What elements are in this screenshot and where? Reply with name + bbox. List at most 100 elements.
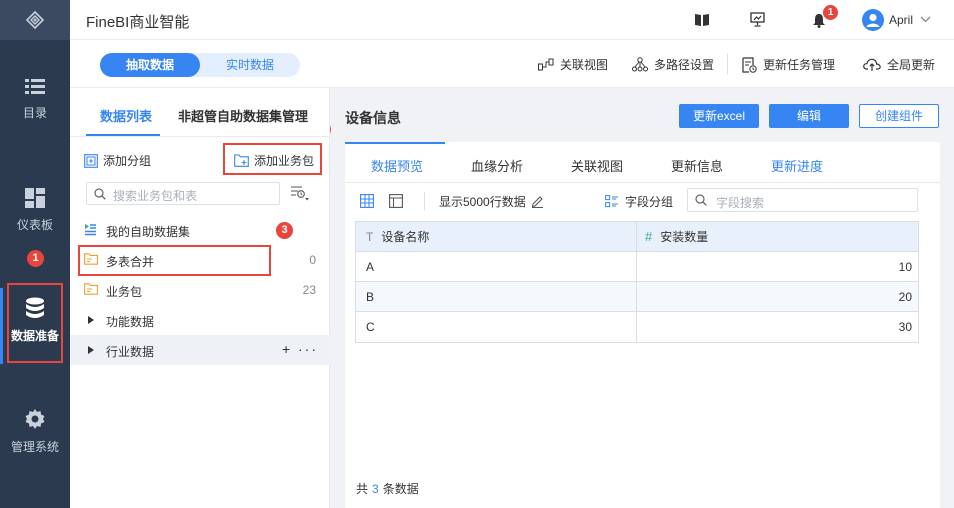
table-cell: A: [356, 252, 637, 282]
tab-relation-view[interactable]: 关联视图: [571, 156, 623, 175]
field-group-button[interactable]: 字段分组: [605, 193, 673, 210]
logo[interactable]: [0, 0, 70, 40]
toolbar-divider: [424, 192, 425, 210]
search-icon: [695, 194, 707, 206]
tree-label: 功能数据: [106, 315, 155, 329]
table-cell: 10: [898, 260, 912, 274]
tree-label: 我的自助数据集: [106, 225, 191, 239]
row-count-footer: 共 3 条数据: [356, 480, 419, 497]
caret-right-icon[interactable]: [88, 316, 94, 324]
tab-selfservice-manage[interactable]: 非超管自助数据集管理: [178, 106, 308, 125]
table-header: T 设备名称 # 安装数量: [356, 222, 918, 252]
column-name: 设备名称: [381, 230, 430, 244]
field-group-label: 字段分组: [625, 195, 674, 209]
table-cell: 30: [898, 320, 912, 334]
tree-count: 23: [302, 283, 316, 297]
annotation-box-data-prep: [7, 283, 63, 363]
user-icon: [866, 13, 880, 27]
data-mode-switch: 抽取数据 实时数据: [100, 53, 300, 77]
selfservice-dataset-icon: [85, 224, 96, 236]
column-header-device-name[interactable]: T 设备名称: [356, 222, 637, 252]
tab-data-preview[interactable]: 数据预览: [371, 156, 423, 175]
relation-icon: [538, 58, 554, 70]
annotation-marker-3: 3: [276, 222, 293, 239]
add-group-button[interactable]: 添加分组: [84, 152, 151, 169]
cloud-refresh-icon: [863, 58, 881, 71]
annotation-box-multi-merge: [78, 245, 271, 276]
avatar[interactable]: [862, 9, 884, 31]
tree-label: 行业数据: [106, 345, 155, 359]
show-rows-setting[interactable]: 显示5000行数据: [439, 193, 544, 210]
footer-prefix: 共: [356, 482, 369, 496]
tree-item-business-package[interactable]: 业务包 23: [70, 275, 330, 305]
table-cell: B: [356, 282, 637, 312]
tab-update-progress[interactable]: 更新进度: [771, 156, 823, 175]
tab-lineage[interactable]: 血缘分析: [471, 156, 523, 175]
extract-data-button[interactable]: 抽取数据: [100, 53, 200, 77]
add-group-label: 添加分组: [103, 154, 152, 168]
update-task-button[interactable]: 更新任务管理: [742, 56, 835, 73]
data-preview-table: T 设备名称 # 安装数量 A 10 B 20 C 30: [355, 221, 919, 343]
show-rows-label: 显示5000行数据: [439, 195, 526, 209]
nav-item-catalog[interactable]: 目录: [0, 78, 70, 121]
annotation-box-add-package: [223, 143, 322, 175]
toolbar: 抽取数据 实时数据 关联视图 多路径设置 更新任务管理 全局更新: [70, 40, 954, 88]
tab-update-info[interactable]: 更新信息: [671, 156, 723, 175]
table-cell: C: [356, 312, 637, 342]
text-type-icon: T: [366, 230, 374, 244]
filter-settings-icon[interactable]: [290, 185, 310, 202]
folder-icon: [84, 283, 98, 295]
task-icon: [742, 56, 757, 73]
column-name: 安装数量: [660, 230, 709, 244]
nav-item-admin[interactable]: 管理系统: [0, 408, 70, 455]
user-name[interactable]: April: [889, 13, 913, 27]
tab-data-list[interactable]: 数据列表: [100, 106, 152, 125]
edit-button[interactable]: 编辑: [769, 104, 849, 128]
multipath-icon: [632, 57, 648, 72]
app-title: FineBI商业智能: [86, 14, 190, 31]
row-actions[interactable]: + ···: [282, 341, 318, 357]
tree-label: 业务包: [106, 285, 143, 299]
toolbar-divider: [727, 54, 728, 74]
pencil-icon[interactable]: [531, 195, 544, 208]
table-row: A 10: [356, 252, 918, 282]
tree-item-industry-data[interactable]: 行业数据 + ···: [70, 335, 330, 365]
dataset-title: 设备信息: [345, 110, 401, 126]
add-group-icon: [84, 153, 98, 168]
column-header-install-qty[interactable]: # 安装数量: [637, 222, 918, 252]
footer-count: 3: [372, 482, 379, 496]
dashboard-icon: [25, 188, 45, 208]
multipath-settings-button[interactable]: 多路径设置: [632, 56, 714, 73]
presentation-icon[interactable]: [750, 12, 765, 27]
package-search-input[interactable]: 搜索业务包和表: [86, 182, 280, 205]
field-search-input[interactable]: 字段搜索: [687, 188, 918, 212]
table-row: C 30: [356, 312, 918, 342]
realtime-data-button[interactable]: 实时数据: [200, 53, 300, 77]
global-update-button[interactable]: 全局更新: [863, 56, 935, 73]
notification-badge: 1: [823, 5, 838, 20]
gear-icon: [25, 409, 45, 429]
dataset-detail-panel: 设备信息 更新excel 编辑 创建组件 数据预览 血缘分析 关联视图 更新信息…: [331, 88, 954, 508]
multipath-label: 多路径设置: [654, 58, 715, 72]
update-excel-button[interactable]: 更新excel: [679, 104, 759, 128]
caret-right-icon[interactable]: [88, 346, 94, 354]
update-task-label: 更新任务管理: [763, 58, 836, 72]
table-row: B 20: [356, 282, 918, 312]
nav-label: 目录: [22, 106, 47, 120]
nav-label: 仪表板: [16, 218, 53, 232]
tree-item-function-data[interactable]: 功能数据: [70, 305, 330, 335]
nav-item-dashboard[interactable]: 仪表板: [0, 188, 70, 233]
search-icon: [94, 188, 106, 200]
tabs-divider: [70, 136, 330, 137]
tree-count: 0: [309, 253, 316, 267]
chevron-down-icon[interactable]: [920, 16, 931, 23]
grid-view-icon[interactable]: [360, 194, 374, 208]
panel-view-icon[interactable]: [389, 194, 403, 208]
table-cell: 20: [898, 290, 912, 304]
relation-view-button[interactable]: 关联视图: [538, 56, 608, 73]
number-type-icon: #: [645, 229, 653, 244]
top-bar: FineBI商业智能 1 April: [70, 0, 954, 40]
nav-label: 管理系统: [10, 440, 59, 454]
create-component-button[interactable]: 创建组件: [859, 104, 939, 128]
book-icon[interactable]: [695, 13, 709, 26]
